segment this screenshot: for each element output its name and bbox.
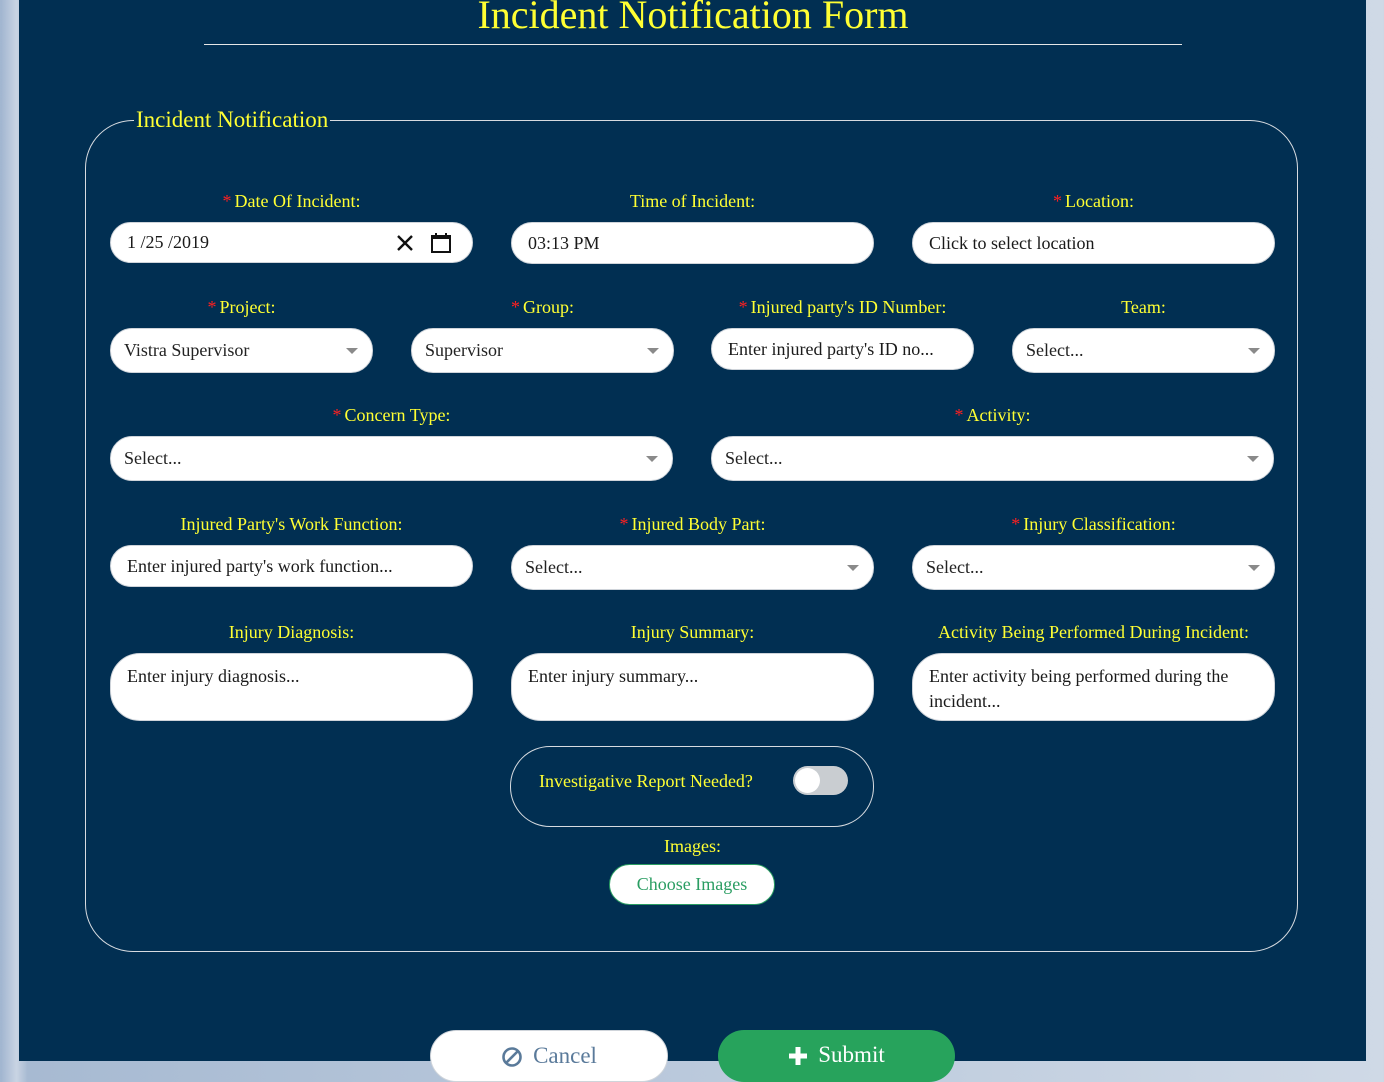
- concern-type-value: Select...: [124, 448, 182, 468]
- chevron-down-icon: [1247, 455, 1259, 462]
- body-part-label: * Injured Body Part:: [619, 514, 766, 534]
- concern-type-select[interactable]: Select...: [110, 436, 673, 481]
- group-label: * Group:: [511, 297, 574, 317]
- location-label: * Location:: [1053, 191, 1134, 211]
- chevron-down-icon: [1248, 347, 1260, 354]
- plus-icon: [789, 1047, 808, 1065]
- activity-select[interactable]: Select...: [711, 436, 1274, 481]
- injury-classification-label: * Injury Classification:: [1011, 514, 1176, 534]
- injury-diagnosis-textarea[interactable]: Enter injury diagnosis...: [110, 653, 473, 721]
- location-input[interactable]: Click to select location: [912, 222, 1275, 264]
- submit-button[interactable]: Submit: [718, 1030, 955, 1082]
- toggle-knob: [795, 768, 820, 793]
- injured-id-placeholder: Enter injured party's ID no...: [728, 338, 934, 359]
- chevron-down-icon: [647, 347, 659, 354]
- body-part-value: Select...: [525, 557, 583, 577]
- body-part-select[interactable]: Select...: [511, 545, 874, 590]
- activity-performed-label: Activity Being Performed During Incident…: [938, 622, 1249, 642]
- date-value: 1 /25 /2019: [127, 232, 210, 252]
- work-function-input[interactable]: Enter injured party's work function...: [110, 545, 473, 587]
- date-input[interactable]: 1 /25 /2019: [110, 222, 473, 263]
- team-value: Select...: [1026, 340, 1084, 360]
- activity-performed-textarea[interactable]: Enter activity being performed during th…: [912, 653, 1275, 721]
- injury-summary-placeholder: Enter injury summary...: [528, 666, 699, 686]
- images-label: Images:: [664, 836, 721, 856]
- cancel-button[interactable]: Cancel: [430, 1030, 668, 1082]
- investigative-report-label: Investigative Report Needed?: [539, 771, 753, 791]
- injury-summary-textarea[interactable]: Enter injury summary...: [511, 653, 874, 721]
- form-page: Incident Notification Form Incident Noti…: [19, 0, 1366, 1082]
- time-input[interactable]: 03:13 PM: [511, 222, 874, 264]
- project-select[interactable]: Vistra Supervisor: [110, 328, 373, 373]
- time-value: 03:13 PM: [528, 232, 600, 253]
- date-label: * Date Of Incident:: [222, 191, 361, 211]
- choose-images-button[interactable]: Choose Images: [609, 864, 775, 905]
- chevron-down-icon: [847, 564, 859, 571]
- injury-classification-value: Select...: [926, 557, 984, 577]
- injury-diagnosis-label: Injury Diagnosis:: [228, 622, 355, 642]
- team-label: Team:: [1121, 297, 1166, 317]
- chevron-down-icon: [1248, 564, 1260, 571]
- submit-label: Submit: [818, 1042, 885, 1067]
- injury-summary-label: Injury Summary:: [630, 622, 755, 642]
- injury-classification-select[interactable]: Select...: [912, 545, 1275, 590]
- calendar-icon[interactable]: [430, 232, 452, 254]
- injured-id-label: * Injured party's ID Number:: [738, 297, 947, 317]
- injured-id-input[interactable]: Enter injured party's ID no...: [711, 328, 974, 370]
- time-label: Time of Incident:: [629, 191, 756, 211]
- team-select[interactable]: Select...: [1012, 328, 1275, 373]
- investigative-report-toggle[interactable]: [793, 766, 848, 795]
- project-label: * Project:: [207, 297, 276, 317]
- activity-value: Select...: [725, 448, 783, 468]
- page-title: Incident Notification Form: [204, 0, 1182, 45]
- activity-performed-placeholder: Enter activity being performed during th…: [929, 666, 1229, 711]
- cancel-label: Cancel: [533, 1043, 597, 1068]
- activity-label: * Activity:: [954, 405, 1031, 425]
- location-placeholder: Click to select location: [929, 232, 1095, 253]
- injury-diagnosis-placeholder: Enter injury diagnosis...: [127, 666, 300, 686]
- chevron-down-icon: [346, 347, 358, 354]
- group-value: Supervisor: [425, 340, 503, 360]
- project-value: Vistra Supervisor: [124, 340, 250, 360]
- clear-icon[interactable]: [396, 234, 414, 252]
- concern-type-label: * Concern Type:: [332, 405, 451, 425]
- work-function-label: Injured Party's Work Function:: [180, 514, 403, 534]
- ban-icon: [502, 1047, 522, 1067]
- chevron-down-icon: [646, 455, 658, 462]
- panel-legend: Incident Notification: [136, 107, 329, 132]
- group-select[interactable]: Supervisor: [411, 328, 674, 373]
- work-function-placeholder: Enter injured party's work function...: [127, 555, 393, 576]
